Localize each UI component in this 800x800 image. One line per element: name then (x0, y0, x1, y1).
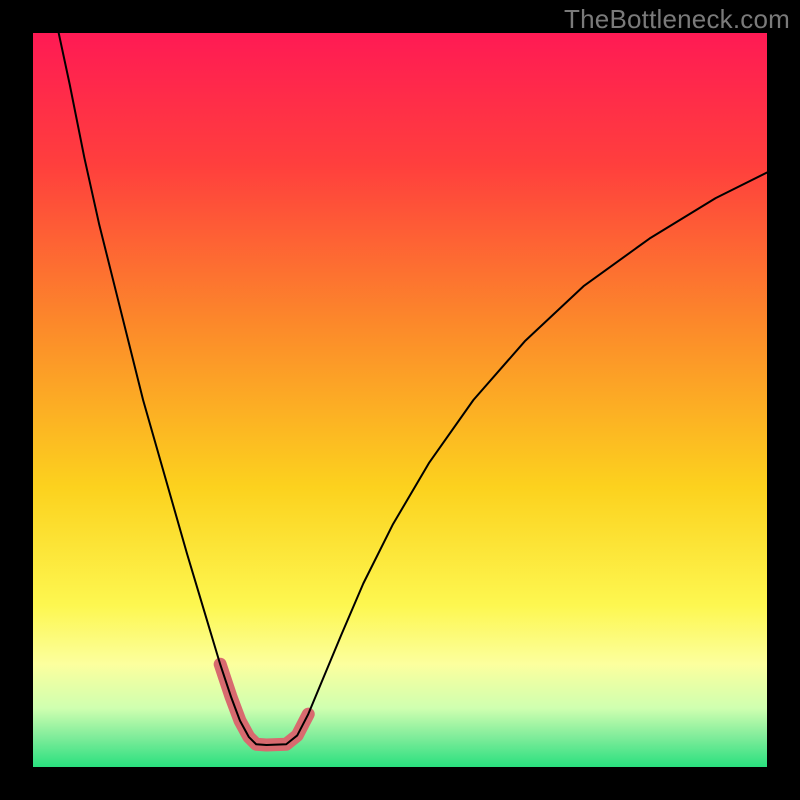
watermark-text: TheBottleneck.com (564, 4, 790, 35)
bottleneck-chart (33, 33, 767, 767)
chart-frame: TheBottleneck.com (0, 0, 800, 800)
plot-area (33, 33, 767, 767)
